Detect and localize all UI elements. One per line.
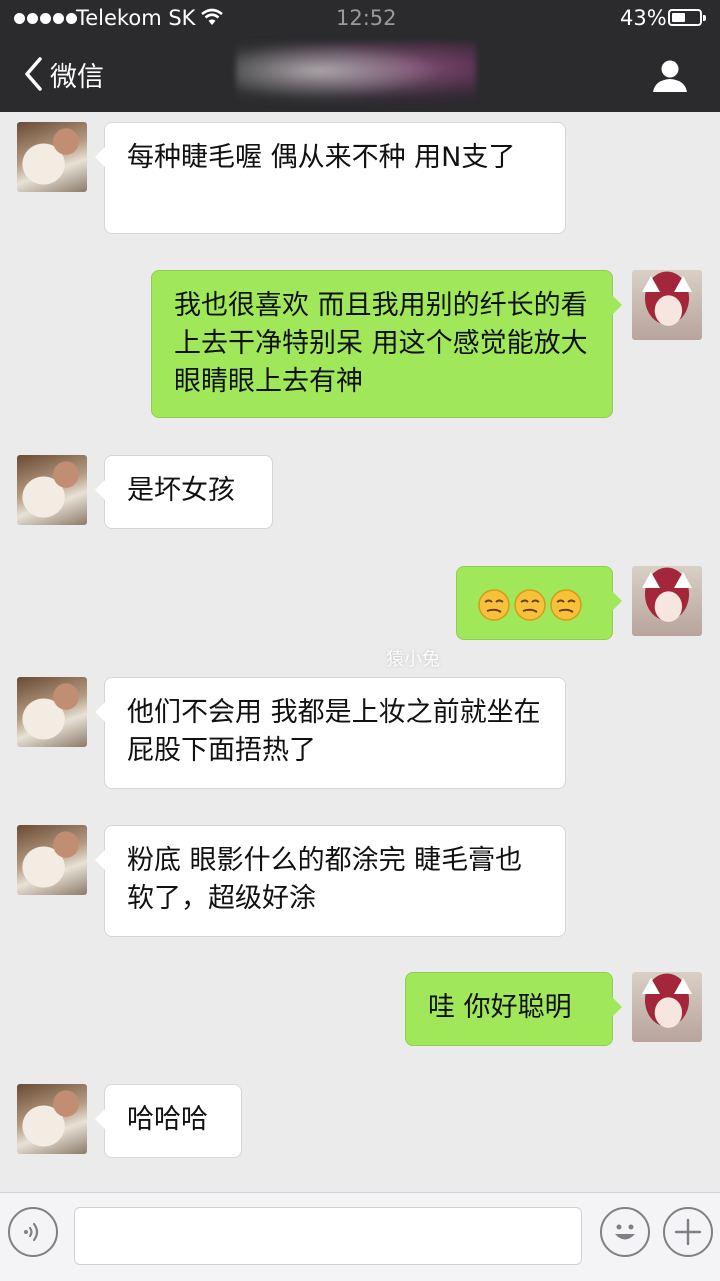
message-text: 哇 你好聪明: [428, 992, 572, 1023]
voice-button[interactable]: [8, 1207, 58, 1257]
contact-avatar[interactable]: [17, 1084, 87, 1154]
smirk-face-icon: [550, 588, 582, 621]
wifi-icon: [200, 7, 224, 32]
chat-title-redacted: [236, 42, 476, 106]
smirk-face-icon: [514, 588, 546, 621]
contact-avatar[interactable]: [17, 825, 87, 895]
smiley-icon: [615, 1224, 635, 1240]
chevron-left-icon: [25, 57, 42, 91]
more-button[interactable]: [663, 1207, 713, 1257]
status-time: 12:52: [336, 6, 397, 30]
message-bubble-sent[interactable]: 哇 你好聪明: [405, 972, 622, 1046]
back-button[interactable]: 微信: [22, 54, 104, 94]
battery-percent: 43%: [620, 6, 667, 30]
message-bubble-sent[interactable]: [456, 566, 622, 640]
input-bar: [0, 1192, 720, 1281]
message-bubble-received[interactable]: 是坏女孩: [95, 455, 273, 529]
top-bar: Telekom SK 12:52 43% 微信: [0, 0, 720, 112]
my-avatar[interactable]: [632, 270, 702, 340]
plus-icon: [674, 1218, 702, 1246]
status-bar: Telekom SK 12:52 43%: [0, 0, 720, 36]
contact-avatar[interactable]: [17, 122, 87, 192]
battery-icon: [668, 9, 706, 26]
my-avatar[interactable]: [632, 566, 702, 636]
back-label: 微信: [50, 61, 104, 93]
message-bubble-received[interactable]: 他们不会用 我都是上妆之前就坐在屁股下面捂热了: [95, 677, 566, 789]
user-icon: [653, 60, 687, 92]
smirk-face-icon: [478, 588, 510, 621]
message-text: 粉底 眼影什么的都涂完 睫毛膏也软了，超级好涂: [127, 845, 523, 914]
chat-info-button[interactable]: [650, 58, 690, 94]
message-text: 他们不会用 我都是上妆之前就坐在屁股下面捂热了: [127, 697, 541, 766]
signal-strength-icon: [14, 13, 79, 37]
my-avatar[interactable]: [632, 972, 702, 1042]
message-bubble-received[interactable]: 粉底 眼影什么的都涂完 睫毛膏也软了，超级好涂: [95, 825, 566, 937]
watermark: 猿小兔: [386, 649, 440, 670]
message-bubble-sent[interactable]: 我也很喜欢 而且我用别的纤长的看上去干净特别呆 用这个感觉能放大眼睛眼上去有神: [151, 270, 622, 418]
message-text: 哈哈哈: [127, 1104, 208, 1135]
contact-avatar[interactable]: [17, 455, 87, 525]
emoji-button[interactable]: [600, 1207, 650, 1257]
voice-icon: [24, 1222, 39, 1242]
carrier-name: Telekom SK: [76, 6, 196, 30]
message-bubble-received[interactable]: 哈哈哈: [95, 1084, 242, 1158]
message-input[interactable]: [74, 1207, 582, 1265]
message-bubble-received[interactable]: 每种睫毛喔 偶从来不种 用N支了: [95, 122, 566, 234]
nav-bar: 微信: [0, 36, 720, 112]
message-text: 是坏女孩: [127, 475, 235, 506]
message-text: 我也很喜欢 而且我用别的纤长的看上去干净特别呆 用这个感觉能放大眼睛眼上去有神: [174, 290, 588, 397]
contact-avatar[interactable]: [17, 677, 87, 747]
message-text: 每种睫毛喔 偶从来不种 用N支了: [127, 142, 516, 173]
